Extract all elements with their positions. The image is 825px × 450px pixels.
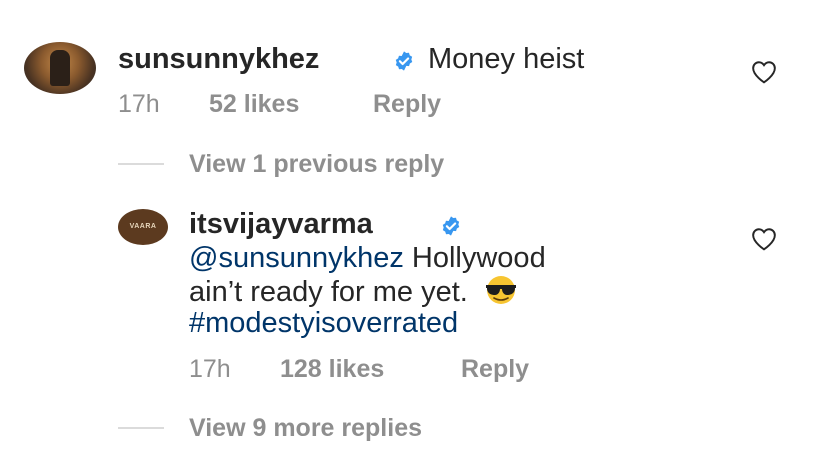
comment-text-line1: Hollywood bbox=[411, 242, 546, 274]
avatar-figure bbox=[50, 50, 70, 86]
reply-button[interactable]: Reply bbox=[461, 355, 529, 383]
avatar-sunsunnykhez[interactable] bbox=[24, 42, 96, 94]
comment-time: 17h bbox=[118, 90, 160, 118]
comment-text: Money heist bbox=[428, 43, 585, 75]
verified-badge-icon bbox=[395, 51, 413, 71]
username-itsvijayvarma[interactable]: itsvijayvarma bbox=[189, 208, 373, 241]
likes-count[interactable]: 52 likes bbox=[209, 90, 299, 118]
divider-line bbox=[118, 427, 164, 429]
comment-time: 17h bbox=[189, 355, 231, 383]
likes-count[interactable]: 128 likes bbox=[280, 355, 384, 383]
avatar-itsvijayvarma[interactable]: VAARA bbox=[118, 209, 168, 245]
username-sunsunnykhez[interactable]: sunsunnykhez bbox=[118, 43, 319, 76]
mention-link[interactable]: @sunsunnykhez bbox=[189, 242, 404, 274]
view-more-replies-button[interactable]: View 9 more replies bbox=[189, 414, 422, 443]
view-previous-replies-button[interactable]: View 1 previous reply bbox=[189, 150, 444, 179]
heart-outline-icon[interactable] bbox=[751, 227, 777, 251]
reply-button[interactable]: Reply bbox=[373, 90, 441, 118]
avatar-logo: VAARA bbox=[129, 223, 157, 230]
comment-text-line2: ain’t ready for me yet. bbox=[189, 276, 468, 308]
divider-line bbox=[118, 163, 164, 165]
hashtag-link[interactable]: #modestyisoverrated bbox=[189, 307, 458, 339]
verified-badge-icon bbox=[442, 216, 460, 236]
heart-outline-icon[interactable] bbox=[751, 60, 777, 84]
sunglasses-emoji-icon bbox=[485, 276, 516, 304]
